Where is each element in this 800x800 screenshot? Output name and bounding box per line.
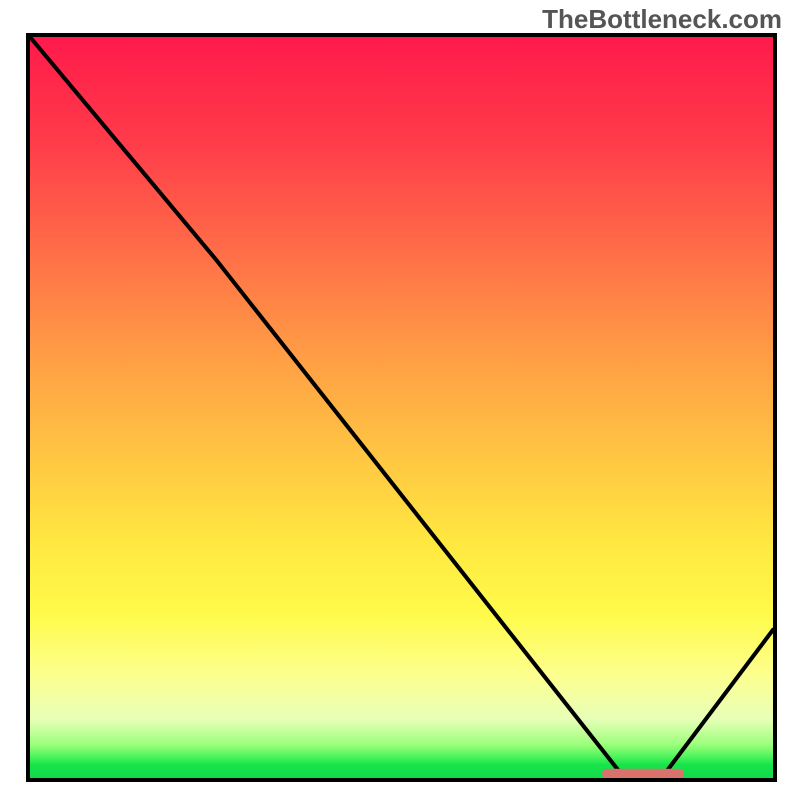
chart-overlay <box>30 37 773 778</box>
bottleneck-curve <box>30 37 773 778</box>
attribution-label: TheBottleneck.com <box>542 4 782 35</box>
optimal-range-marker <box>602 769 684 778</box>
chart-frame: TheBottleneck.com <box>0 0 800 800</box>
plot-area <box>26 33 777 782</box>
